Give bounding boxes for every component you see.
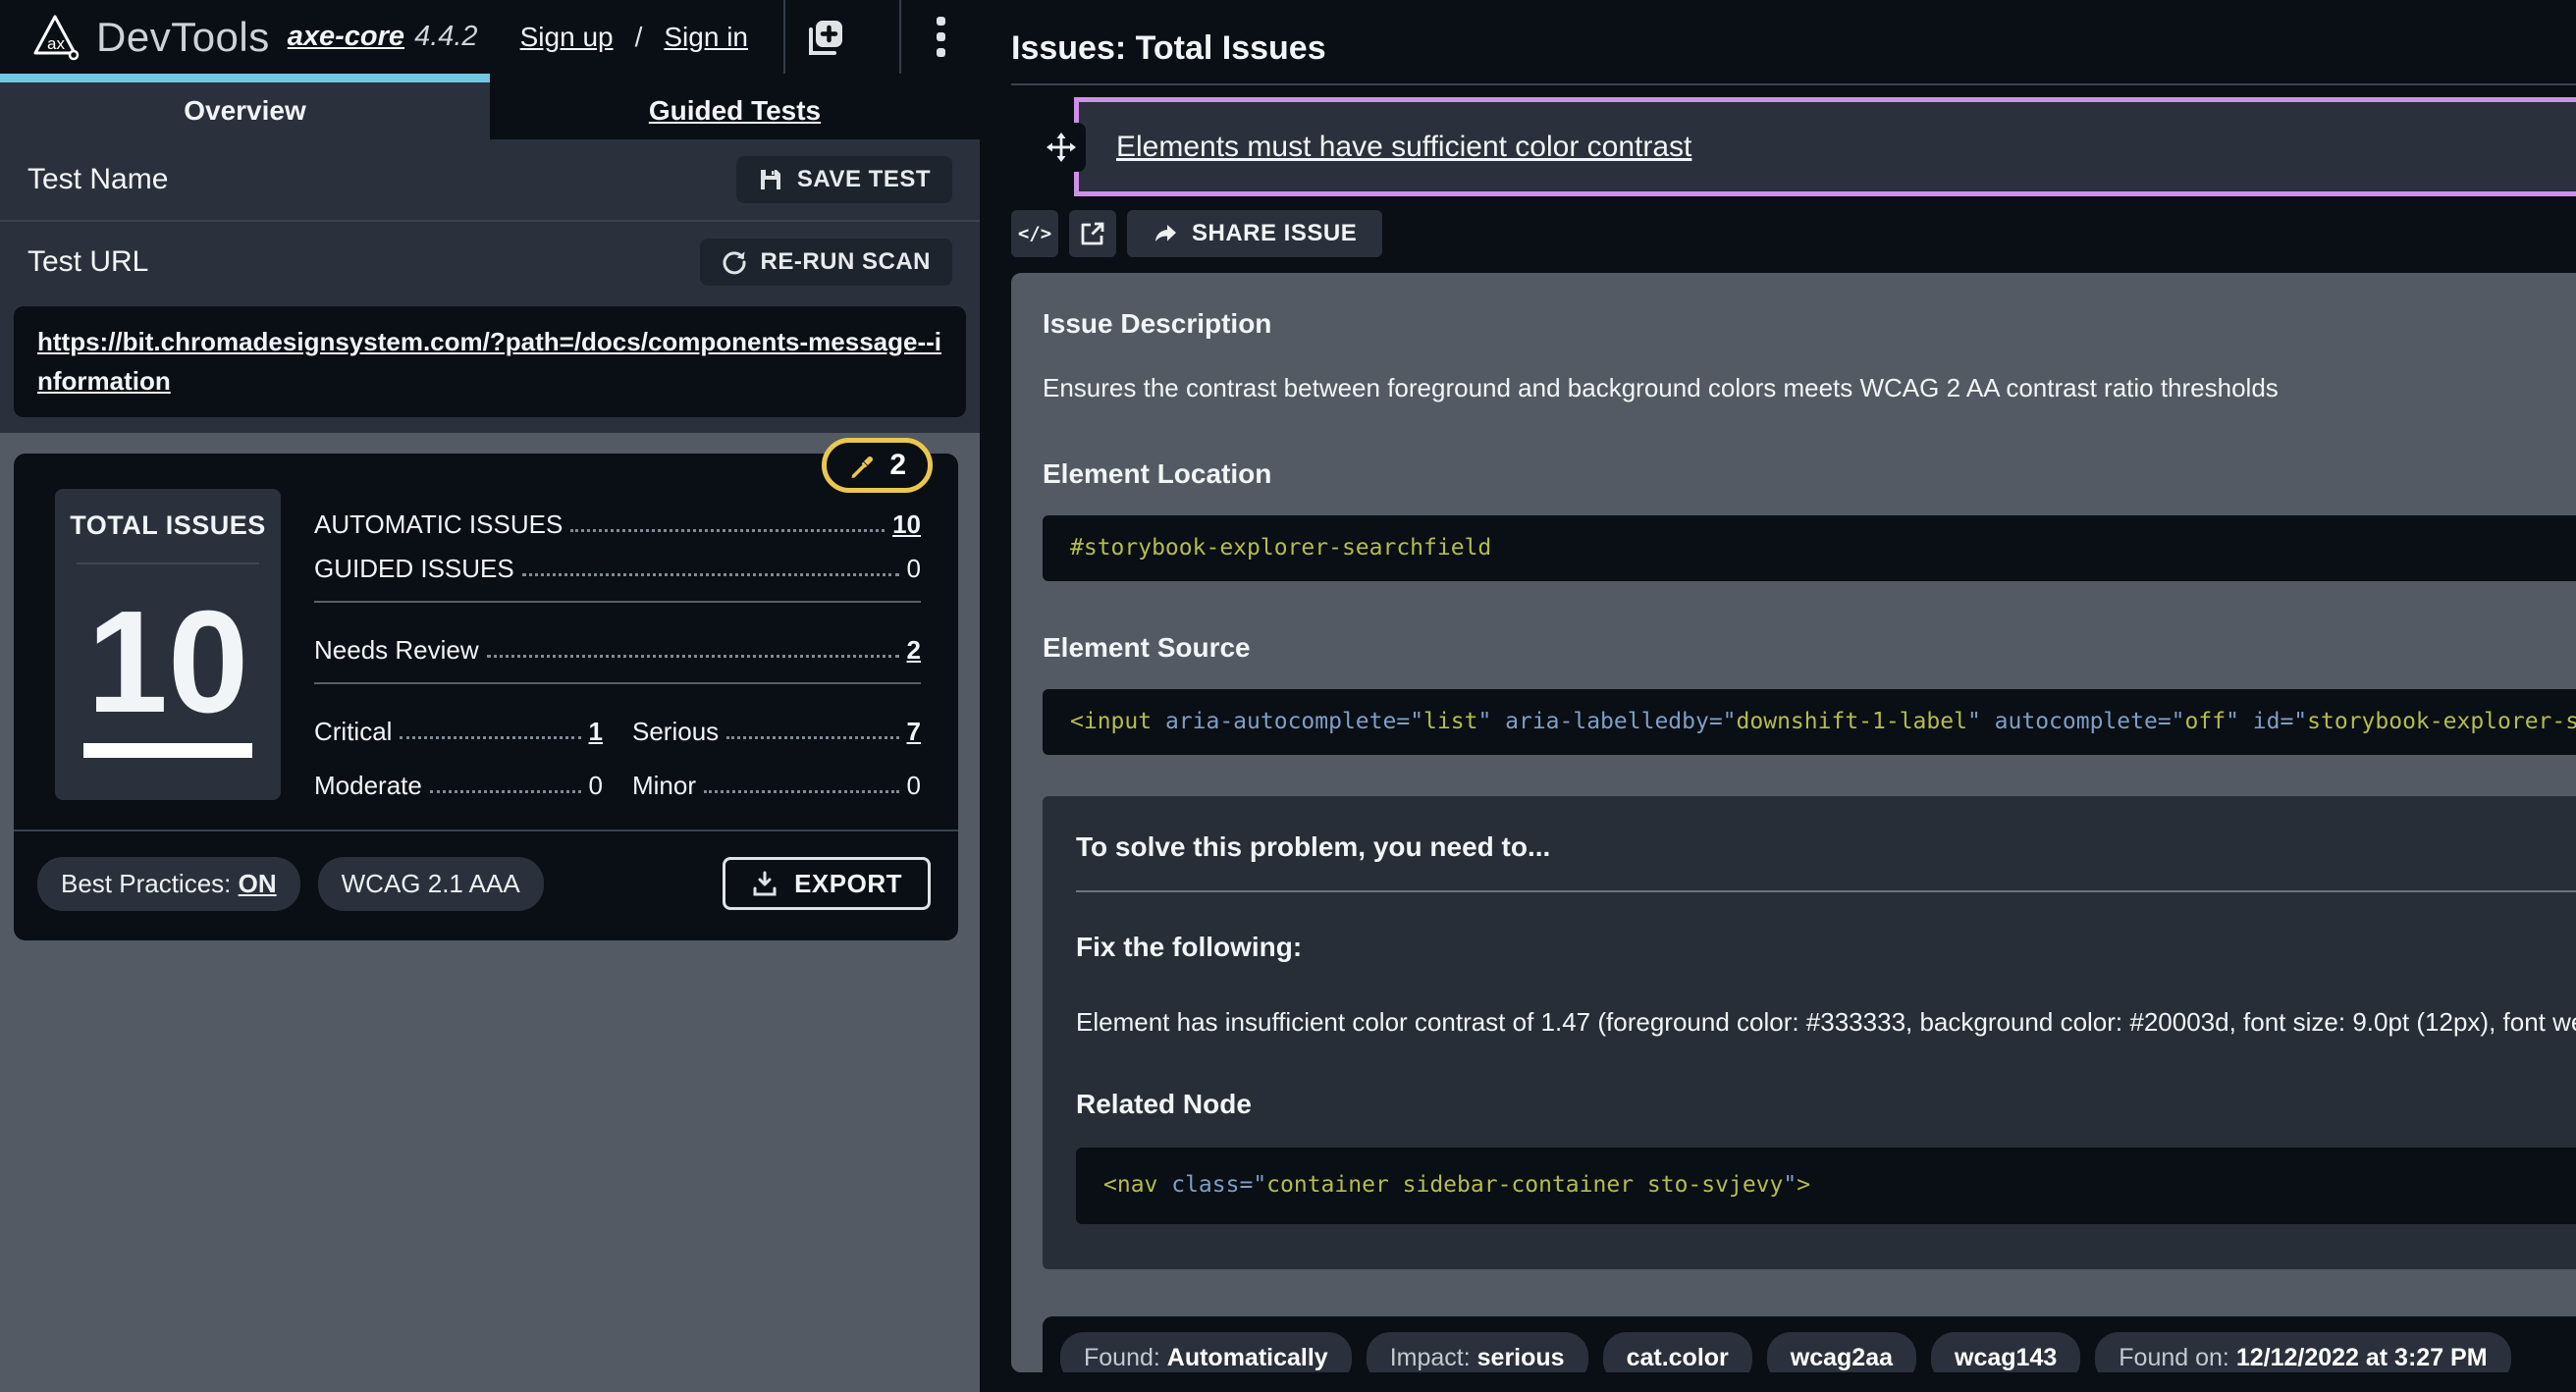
options-menu-button[interactable] [901,0,980,74]
needs-review-count[interactable]: 2 [907,636,921,665]
new-scan-button[interactable] [785,0,864,74]
issue-detail-panel: Issues: Total Issues 10 Elements must ha… [980,0,2576,1392]
solution-heading: To solve this problem, you need to... [1076,831,2576,863]
stat-minor: Minor 0 [632,756,921,800]
issue-rule-dropdown[interactable]: Elements must have sufficient color cont… [1074,97,2576,196]
app-title: DevTools [96,14,270,61]
solution-divider [1076,890,2576,892]
left-panel: ax DevTools axe-core4.4.2 Sign up / Sign… [0,0,980,1392]
category-badge: cat.color [1603,1332,1752,1372]
sign-up-link[interactable]: Sign up [520,22,614,53]
issue-description-heading: Issue Description [1043,308,2576,340]
stat-guided-issues: GUIDED ISSUES 0 [314,539,921,583]
fix-text: Element has insufficient color contrast … [1076,998,2576,1045]
move-panel-button[interactable] [1037,123,1086,172]
total-issues-box: TOTAL ISSUES 10 [55,489,281,800]
inspect-code-button[interactable]: </> [1011,210,1058,257]
issue-meta-bar: Found: Automatically Impact: serious cat… [1043,1316,2576,1372]
impact-badge: Impact: serious [1367,1332,1588,1372]
total-issues-value: 10 [83,580,253,758]
kebab-icon [937,17,945,57]
save-test-button[interactable]: SAVE TEST [736,156,952,203]
engine-version: axe-core4.4.2 [288,21,478,53]
minor-count: 0 [907,772,921,800]
related-node-heading: Related Node [1076,1089,2576,1120]
issue-description-text: Ensures the contrast between foreground … [1043,369,2576,407]
svg-text:ax: ax [47,34,65,53]
code-icon: </> [1018,223,1051,244]
issue-stats: AUTOMATIC ISSUES 10 GUIDED ISSUES 0 Need… [281,489,921,800]
floppy-icon [758,167,783,192]
test-url-link[interactable]: https://bit.chromadesignsystem.com/?path… [37,327,941,396]
summary-footer: Best Practices: ON WCAG 2.1 AAA EXPORT [14,830,958,940]
fix-heading: Fix the following: [1076,932,2576,963]
found-on-badge: Found on: 12/12/2022 at 3:27 PM [2095,1332,2510,1372]
test-url-label: Test URL [27,245,148,279]
issue-selector-wrap: Elements must have sufficient color cont… [1011,97,2576,196]
element-location-heading: Element Location [1043,458,2576,490]
window-plus-icon [803,16,846,59]
header-rule [1011,83,2576,85]
best-practices-state: ON [239,869,277,898]
share-issue-button[interactable]: SHARE ISSUE [1127,210,1382,257]
tab-overview[interactable]: Overview [0,74,490,139]
stats-divider [314,601,921,603]
element-source-heading: Element Source [1043,632,2576,664]
best-practices-toggle[interactable]: Best Practices: ON [37,857,300,911]
element-source-code: <input aria-autocomplete="list" aria-lab… [1043,689,2576,755]
related-node-block: <nav class="container sidebar-container … [1076,1148,2576,1224]
found-badge: Found: Automatically [1060,1332,1352,1372]
issue-rule-title[interactable]: Elements must have sufficient color cont… [1116,131,1691,164]
related-node-code: <nav class="container sidebar-container … [1103,1167,2576,1204]
stat-serious: Serious 7 [632,702,921,746]
stat-critical: Critical 1 [314,702,603,746]
solution-card: To solve this problem, you need to... Fi… [1043,796,2576,1269]
serious-count[interactable]: 7 [907,718,921,746]
wcag-level-badge: WCAG 2.1 AAA [318,857,544,911]
wcag143-badge: wcag143 [1931,1332,2080,1372]
export-button[interactable]: EXPORT [723,857,931,910]
issue-content: Issue Description Ensures the contrast b… [1011,273,2576,1372]
app-header: ax DevTools axe-core4.4.2 Sign up / Sign… [0,0,980,74]
stat-automatic-issues: AUTOMATIC ISSUES 10 [314,495,921,539]
highlight-count-badge[interactable]: 2 [822,438,933,493]
issues-title: Issues: Total Issues [1011,29,1326,68]
move-icon [1046,132,1077,163]
open-external-button[interactable] [1069,210,1116,257]
automatic-issues-count[interactable]: 10 [892,510,921,539]
total-issues-label: TOTAL ISSUES [70,510,266,541]
refresh-icon [722,249,747,275]
summary-main: TOTAL ISSUES 10 AUTOMATIC ISSUES 10 GUID… [55,489,921,800]
eyedropper-icon [848,452,876,479]
tab-guided-tests[interactable]: Guided Tests [490,74,980,139]
external-link-icon [1080,221,1105,246]
axe-logo-icon: ax [29,12,80,63]
test-name-row: Test Name SAVE TEST [14,139,966,220]
stat-moderate: Moderate 0 [314,756,603,800]
summary-card: 2 TOTAL ISSUES 10 AUTOMATIC ISSUES 10 GU… [14,454,958,940]
test-url-box: https://bit.chromadesignsystem.com/?path… [14,306,966,417]
element-location-code: #storybook-explorer-searchfield [1043,515,2576,581]
stat-needs-review: Needs Review 2 [314,620,921,665]
critical-count[interactable]: 1 [589,718,603,746]
left-body: 2 TOTAL ISSUES 10 AUTOMATIC ISSUES 10 GU… [0,433,980,1392]
download-icon [751,870,778,897]
auth-separator: / [635,22,643,53]
stats-divider [314,682,921,684]
issues-header: Issues: Total Issues 10 [1011,29,2576,68]
rerun-scan-button[interactable]: RE-RUN SCAN [700,239,953,286]
share-arrow-icon [1153,221,1178,246]
wcag2aa-badge: wcag2aa [1767,1332,1916,1372]
test-name-label: Test Name [27,163,168,196]
sign-in-link[interactable]: Sign in [664,22,748,53]
moderate-count: 0 [589,772,603,800]
guided-issues-count: 0 [907,555,921,583]
tabs: Overview Guided Tests [0,74,980,139]
test-section: Test Name SAVE TEST Test URL RE-RUN SCAN [0,139,980,433]
issue-toolbar: </> SHARE ISSUE « ‹ 1 of 9 › » [1011,210,2576,257]
test-url-row: Test URL RE-RUN SCAN [14,222,966,302]
